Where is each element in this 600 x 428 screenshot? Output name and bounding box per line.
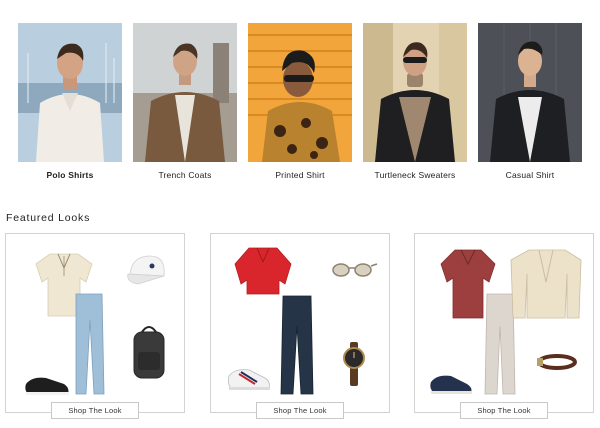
white-cap-image[interactable] [127, 255, 165, 285]
black-backpack-image[interactable] [133, 326, 165, 379]
beige-cardigan-image[interactable] [510, 249, 582, 319]
dark-jeans-image[interactable] [280, 295, 314, 395]
category-trench-coats[interactable]: Trench Coats [133, 23, 237, 180]
shop-the-look-button[interactable]: Shop The Look [51, 402, 139, 419]
look-card[interactable] [5, 233, 185, 413]
category-label: Trench Coats [158, 170, 212, 180]
stone-chinos-image[interactable] [484, 293, 516, 395]
look-card[interactable] [210, 233, 390, 413]
category-label: Turtleneck Sweaters [374, 170, 456, 180]
watch-image[interactable] [343, 342, 365, 386]
category-turtleneck-sweaters[interactable]: Turtleneck Sweaters [363, 23, 467, 180]
black-sneakers-image[interactable] [25, 377, 69, 395]
brown-belt-image[interactable] [537, 354, 577, 370]
category-label: Printed Shirt [275, 170, 325, 180]
printed-shirt-photo[interactable] [248, 23, 352, 162]
trench-coats-photo[interactable] [133, 23, 237, 162]
category-printed-shirt[interactable]: Printed Shirt [248, 23, 352, 180]
sunglasses-image[interactable] [332, 263, 378, 277]
category-label: Polo Shirts [46, 170, 94, 180]
category-polo-shirts[interactable]: Polo Shirts [18, 23, 122, 180]
shop-the-look-button[interactable]: Shop The Look [256, 402, 344, 419]
red-polo-image[interactable] [234, 247, 292, 295]
section-title: Featured Looks [6, 212, 91, 224]
category-casual-shirt[interactable]: Casual Shirt [478, 23, 582, 180]
casual-shirt-photo[interactable] [478, 23, 582, 162]
white-sneakers-image[interactable] [227, 369, 270, 390]
category-label: Casual Shirt [505, 170, 555, 180]
light-wash-jeans-image[interactable] [75, 293, 105, 395]
turtleneck-sweaters-photo[interactable] [363, 23, 467, 162]
polo-shirts-photo[interactable] [18, 23, 122, 162]
shop-the-look-button[interactable]: Shop The Look [460, 402, 548, 419]
look-card[interactable] [414, 233, 594, 413]
navy-boat-shoes-image[interactable] [430, 375, 472, 394]
